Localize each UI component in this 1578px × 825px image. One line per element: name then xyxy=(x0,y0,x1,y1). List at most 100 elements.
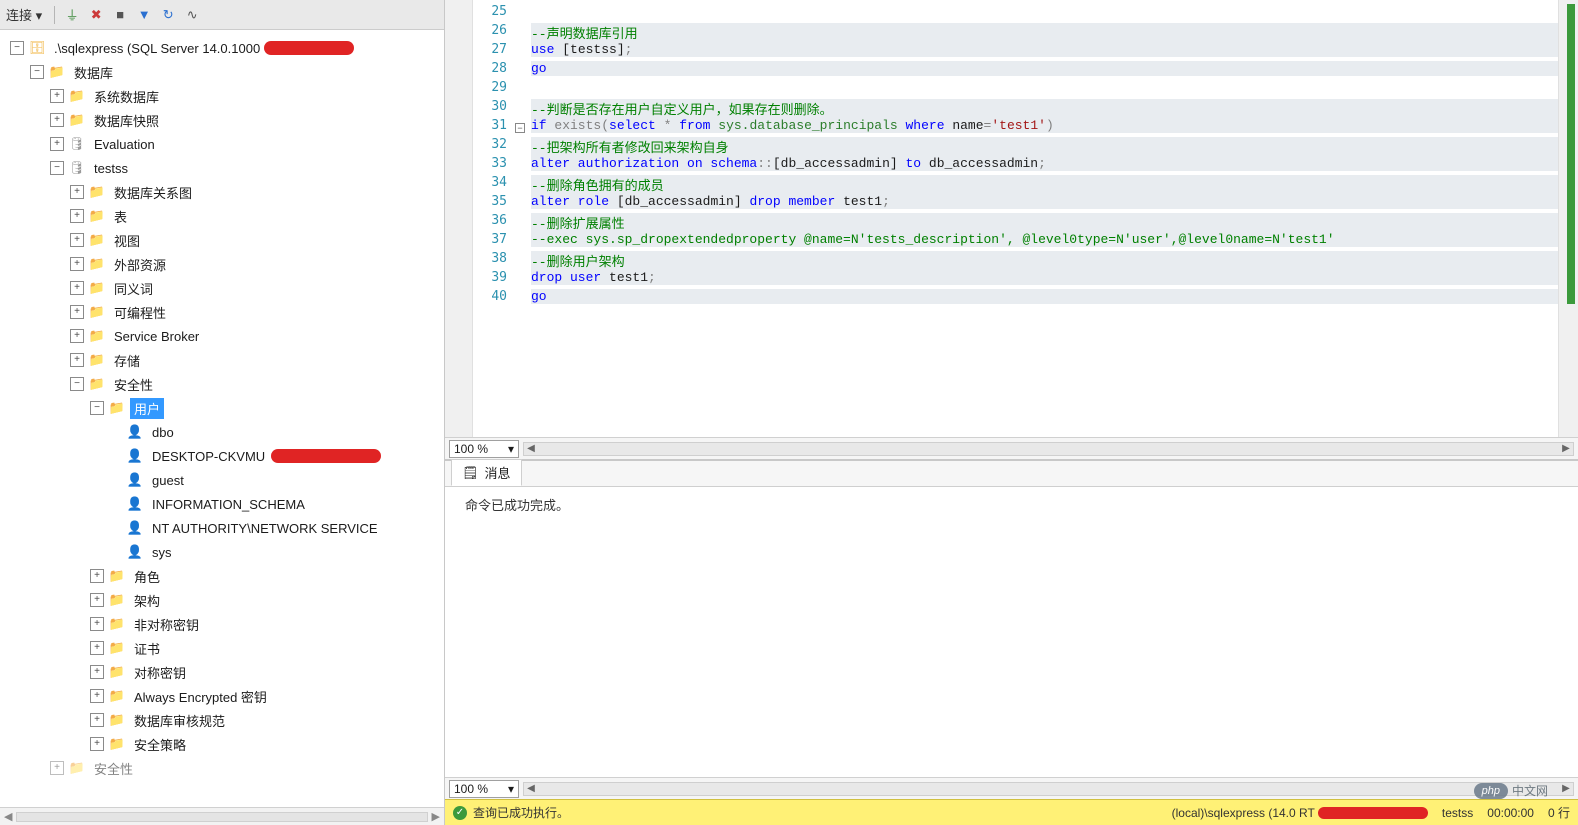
expand-icon[interactable]: + xyxy=(50,89,64,103)
scroll-right-icon[interactable]: ▶ xyxy=(1559,783,1573,794)
users-node[interactable]: −📁用户 xyxy=(0,396,444,420)
user-icon: 👤 xyxy=(126,423,144,441)
refresh-icon[interactable]: ↻ xyxy=(157,4,179,26)
tables-node[interactable]: +📁表 xyxy=(0,204,444,228)
scroll-left-icon[interactable]: ◀ xyxy=(4,810,12,823)
messages-tab[interactable]: 🗒 消息 xyxy=(451,459,522,486)
horizontal-scrollbar[interactable]: ◀ ▶ xyxy=(0,807,444,825)
expand-icon[interactable]: + xyxy=(70,329,84,343)
ext-label: 外部资源 xyxy=(110,254,170,275)
success-icon: ✓ xyxy=(453,806,467,820)
expand-icon[interactable]: + xyxy=(50,761,64,775)
expand-icon[interactable]: + xyxy=(70,209,84,223)
messages-body: 命令已成功完成。 xyxy=(445,487,1578,777)
user-sys[interactable]: 👤sys xyxy=(0,540,444,564)
chevron-down-icon: ▾ xyxy=(508,442,514,456)
svcbroker-label: Service Broker xyxy=(110,328,203,345)
alwaysenc-node[interactable]: +📁Always Encrypted 密钥 xyxy=(0,684,444,708)
scroll-left-icon[interactable]: ◀ xyxy=(524,783,538,794)
collapse-icon[interactable]: − xyxy=(30,65,44,79)
asymkeys-label: 非对称密钥 xyxy=(130,614,203,635)
roles-node[interactable]: +📁角色 xyxy=(0,564,444,588)
stop-icon[interactable]: ■ xyxy=(109,4,131,26)
sql-editor[interactable]: 25262728293031323334353637383940−--声明数据库… xyxy=(445,0,1578,437)
collapse-icon[interactable]: − xyxy=(70,377,84,391)
guest-label: guest xyxy=(148,472,188,489)
storage-label: 存储 xyxy=(110,350,144,371)
certs-node[interactable]: +📁证书 xyxy=(0,636,444,660)
svcbroker-node[interactable]: +📁Service Broker xyxy=(0,324,444,348)
expand-icon[interactable]: + xyxy=(70,353,84,367)
security-node[interactable]: −📁安全性 xyxy=(0,372,444,396)
server-security-node[interactable]: +📁安全性 xyxy=(0,756,444,780)
editor-hscroll[interactable]: ◀ ▶ xyxy=(523,442,1574,456)
scroll-right-icon[interactable]: ▶ xyxy=(1559,443,1573,454)
collapse-icon[interactable]: − xyxy=(10,41,24,55)
folder-icon: 📁 xyxy=(88,375,106,393)
folder-icon: 📁 xyxy=(68,111,86,129)
snapshot-node[interactable]: + 📁 数据库快照 xyxy=(0,108,444,132)
user-infoschema[interactable]: 👤INFORMATION_SCHEMA xyxy=(0,492,444,516)
user-ntauth[interactable]: 👤NT AUTHORITY\NETWORK SERVICE xyxy=(0,516,444,540)
user-guest[interactable]: 👤guest xyxy=(0,468,444,492)
secpolicy-label: 安全策略 xyxy=(130,734,190,755)
expand-icon[interactable]: + xyxy=(70,233,84,247)
messages-text: 命令已成功完成。 xyxy=(465,498,569,513)
audit-node[interactable]: +📁数据库审核规范 xyxy=(0,708,444,732)
schemas-node[interactable]: +📁架构 xyxy=(0,588,444,612)
sys-label: sys xyxy=(148,544,176,561)
secpolicy-node[interactable]: +📁安全策略 xyxy=(0,732,444,756)
expand-icon[interactable]: + xyxy=(70,257,84,271)
expand-icon[interactable]: + xyxy=(90,641,104,655)
server-node[interactable]: − 🗄 .\sqlexpress (SQL Server 14.0.1000 xyxy=(0,36,444,60)
prog-node[interactable]: +📁可编程性 xyxy=(0,300,444,324)
object-explorer-tree[interactable]: − 🗄 .\sqlexpress (SQL Server 14.0.1000 −… xyxy=(0,30,444,807)
expand-icon[interactable]: + xyxy=(50,137,64,151)
asymkeys-node[interactable]: +📁非对称密钥 xyxy=(0,612,444,636)
expand-icon[interactable]: + xyxy=(90,569,104,583)
scroll-track[interactable] xyxy=(16,812,427,822)
scroll-left-icon[interactable]: ◀ xyxy=(524,443,538,454)
connect-dropdown[interactable]: 连接 ▾ xyxy=(6,5,42,24)
views-node[interactable]: +📁视图 xyxy=(0,228,444,252)
connect-icon[interactable]: ⏚ xyxy=(61,4,83,26)
activity-icon[interactable]: ∿ xyxy=(181,4,203,26)
databases-node[interactable]: − 📁 数据库 xyxy=(0,60,444,84)
zoom-dropdown[interactable]: 100 % ▾ xyxy=(449,440,519,458)
user-desktop[interactable]: 👤DESKTOP-CKVMU xyxy=(0,444,444,468)
editor-pane: 25262728293031323334353637383940−--声明数据库… xyxy=(445,0,1578,825)
messages-hscroll[interactable]: ◀ ▶ xyxy=(523,782,1574,796)
messages-tab-label: 消息 xyxy=(485,463,511,482)
expand-icon[interactable]: + xyxy=(90,689,104,703)
folder-icon: 📁 xyxy=(108,591,126,609)
synonyms-node[interactable]: +📁同义词 xyxy=(0,276,444,300)
database-icon: 🛢 xyxy=(68,135,86,153)
symkeys-label: 对称密钥 xyxy=(130,662,190,683)
status-db: testss xyxy=(1442,806,1473,820)
expand-icon[interactable]: + xyxy=(90,665,104,679)
expand-icon[interactable]: + xyxy=(70,281,84,295)
expand-icon[interactable]: + xyxy=(70,185,84,199)
expand-icon[interactable]: + xyxy=(90,617,104,631)
collapse-icon[interactable]: − xyxy=(90,401,104,415)
storage-node[interactable]: +📁存储 xyxy=(0,348,444,372)
expand-icon[interactable]: + xyxy=(70,305,84,319)
ext-node[interactable]: +📁外部资源 xyxy=(0,252,444,276)
testss-db-node[interactable]: − 🛢 testss xyxy=(0,156,444,180)
expand-icon[interactable]: + xyxy=(90,593,104,607)
diagrams-node[interactable]: +📁数据库关系图 xyxy=(0,180,444,204)
collapse-icon[interactable]: − xyxy=(50,161,64,175)
disconnect-icon[interactable]: ✖ xyxy=(85,4,107,26)
expand-icon[interactable]: + xyxy=(50,113,64,127)
expand-icon[interactable]: + xyxy=(90,737,104,751)
zoom-dropdown[interactable]: 100 % ▾ xyxy=(449,780,519,798)
snapshot-label: 数据库快照 xyxy=(90,110,163,131)
filter-icon[interactable]: ▼ xyxy=(133,4,155,26)
symkeys-node[interactable]: +📁对称密钥 xyxy=(0,660,444,684)
user-dbo[interactable]: 👤dbo xyxy=(0,420,444,444)
sysdb-node[interactable]: + 📁 系统数据库 xyxy=(0,84,444,108)
eval-db-node[interactable]: + 🛢 Evaluation xyxy=(0,132,444,156)
expand-icon[interactable]: + xyxy=(90,713,104,727)
scroll-right-icon[interactable]: ▶ xyxy=(432,810,440,823)
testss-label: testss xyxy=(90,160,132,177)
